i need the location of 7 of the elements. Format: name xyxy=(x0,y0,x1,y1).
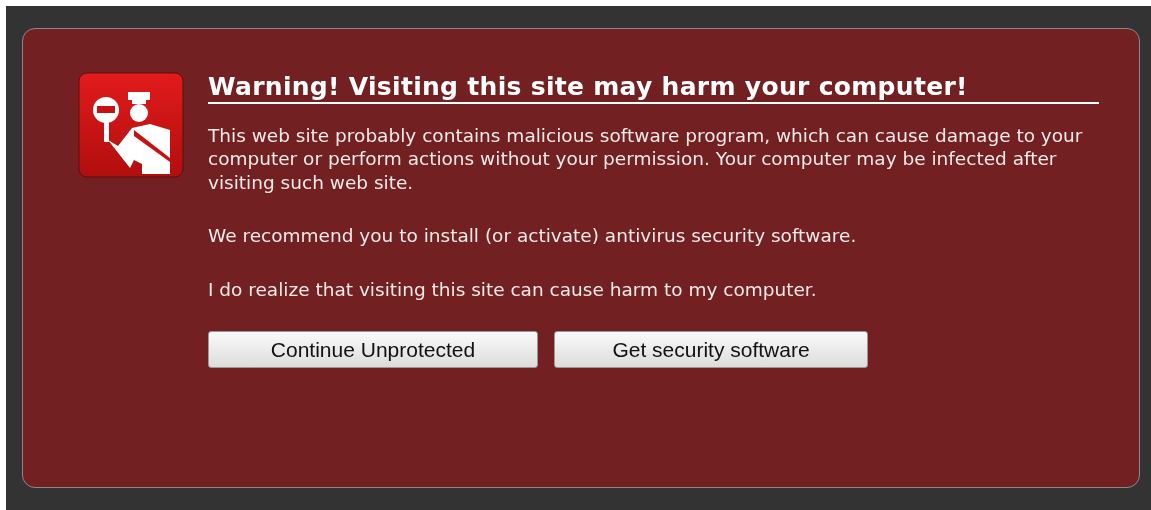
message-text: I do realize that visiting this site can cause harm to my computer. xyxy=(208,277,818,302)
get-software-button[interactable]: Get security software xyxy=(554,331,868,369)
continue-button[interactable]: Continue Unprotected xyxy=(208,331,538,369)
message-text: This web site probably contains malicious software program, which can cause damage to your computer or perform actions without your permission. Your computer may be infected after visiting such web site. xyxy=(208,124,1084,195)
message-text: We recommend you to install (or activate) antivirus security software. xyxy=(208,224,858,248)
warning-heading: Warning! Visiting this site may harm your computer! xyxy=(208,72,1099,104)
police-officer-icon xyxy=(78,72,184,178)
